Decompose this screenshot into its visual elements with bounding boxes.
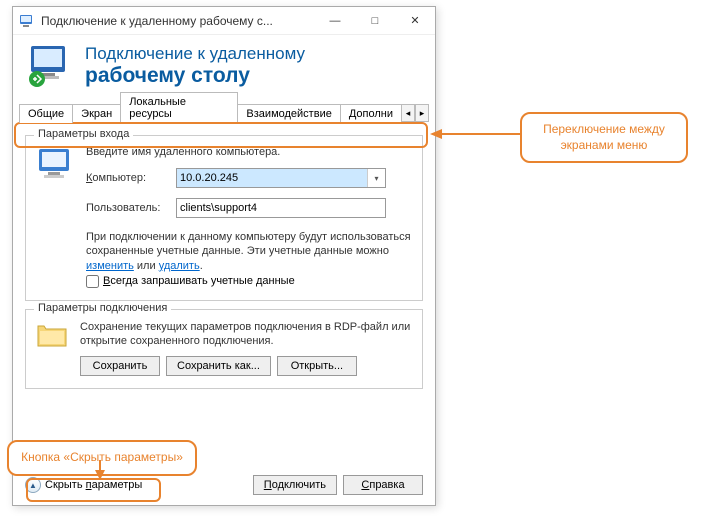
titlebar: Подключение к удаленному рабочему с... —… (13, 7, 435, 35)
titlebar-text: Подключение к удаленному рабочему с... (41, 14, 315, 28)
arrow-to-tabs-icon (428, 124, 522, 144)
credentials-text: При подключении к данному компьютеру буд… (86, 230, 412, 273)
login-group: Параметры входа Введите имя удаленного к… (25, 135, 423, 301)
rdp-header-icon (27, 43, 73, 89)
header-title-line2: рабочему столу (85, 64, 305, 88)
login-group-title: Параметры входа (34, 128, 133, 140)
computer-label: Компьютер: (86, 172, 170, 184)
header-title-line1: Подключение к удаленному (85, 44, 305, 64)
computer-combobox[interactable]: ▾ (176, 168, 386, 188)
tab-scroll-right-button[interactable]: ▸ (415, 104, 429, 122)
user-input[interactable] (180, 202, 382, 214)
always-ask-row: Всегда запрашивать учетные данные (86, 275, 412, 288)
connection-group-title: Параметры подключения (34, 302, 171, 314)
minimize-button[interactable]: — (315, 7, 355, 34)
delete-creds-link[interactable]: удалить (159, 260, 200, 272)
chevron-down-icon[interactable]: ▾ (367, 169, 385, 187)
help-button[interactable]: Справка (343, 475, 423, 495)
computer-icon (36, 146, 76, 184)
save-button[interactable]: Сохранить (80, 356, 160, 376)
app-icon (19, 13, 35, 29)
hide-options-label: Скрыть параметры (45, 479, 142, 491)
login-intro: Введите имя удаленного компьютера. (86, 146, 412, 158)
close-button[interactable]: ✕ (395, 7, 435, 34)
hide-options[interactable]: ▲ Скрыть параметры (25, 477, 247, 493)
header: Подключение к удаленному рабочему столу (13, 35, 435, 99)
rdp-window: Подключение к удаленному рабочему с... —… (12, 6, 436, 506)
always-ask-label: Всегда запрашивать учетные данные (103, 275, 295, 287)
save-as-button[interactable]: Сохранить как... (166, 356, 271, 376)
always-ask-checkbox[interactable] (86, 275, 99, 288)
tab-scroll: ◂ ▸ (401, 103, 429, 123)
tab-local-resources[interactable]: Локальные ресурсы (120, 92, 238, 123)
tabs-container: Общие Экран Локальные ресурсы Взаимодейс… (19, 101, 429, 123)
tab-experience[interactable]: Взаимодействие (237, 104, 340, 123)
window-controls: — □ ✕ (315, 7, 435, 34)
tab-scroll-left-button[interactable]: ◂ (401, 104, 415, 122)
edit-creds-link[interactable]: изменить (86, 260, 134, 272)
callout-tab-switch: Переключение между экранами меню (520, 112, 688, 163)
tab-general[interactable]: Общие (19, 104, 73, 123)
maximize-button[interactable]: □ (355, 7, 395, 34)
collapse-up-icon: ▲ (25, 477, 41, 493)
tab-display[interactable]: Экран (72, 104, 121, 123)
user-label: Пользователь: (86, 202, 170, 214)
tab-advanced[interactable]: Дополни (340, 104, 402, 123)
user-input-wrap (176, 198, 386, 218)
computer-input[interactable] (177, 169, 367, 187)
callout-hide-button: Кнопка «Скрыть параметры» (7, 440, 197, 476)
connect-button[interactable]: Подключить (253, 475, 337, 495)
folder-icon (36, 320, 70, 350)
open-button[interactable]: Открыть... (277, 356, 357, 376)
connection-group: Параметры подключения Сохранение текущих… (25, 309, 423, 390)
connection-text: Сохранение текущих параметров подключени… (80, 320, 412, 349)
tabs-bar: Общие Экран Локальные ресурсы Взаимодейс… (19, 101, 429, 123)
